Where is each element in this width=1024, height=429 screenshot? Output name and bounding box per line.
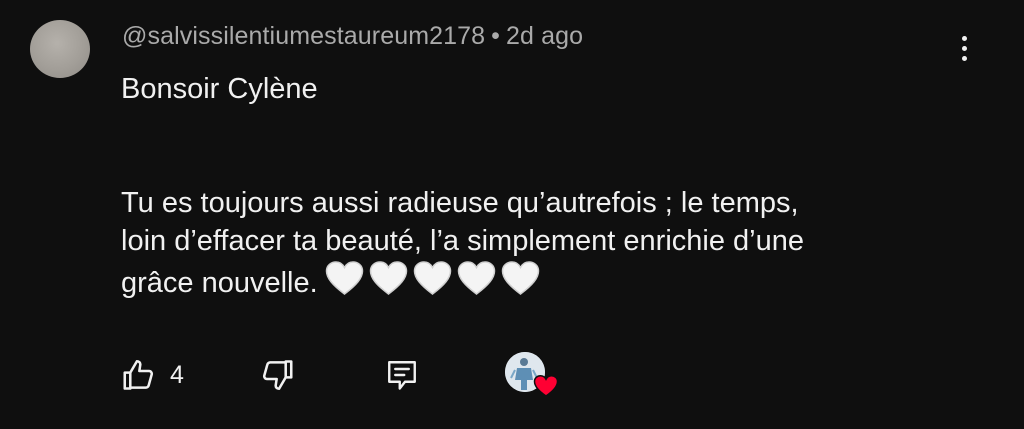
dislike-button[interactable] [258,356,296,394]
comment-line: loin d’effacer ta beauté, l’a simplement… [121,225,804,257]
white-heart-icon [325,261,363,295]
white-heart-icon [457,261,495,295]
white-heart-icon [413,261,451,295]
comment-line: Tu es toujours aussi radieuse qu’autrefo… [121,187,799,219]
kebab-dot [961,45,967,51]
more-options-button[interactable] [944,26,984,70]
white-heart-icon [369,261,407,295]
kebab-dot [961,35,967,41]
comment-line: grâce nouvelle. [121,267,318,299]
reply-button[interactable] [384,356,420,394]
comment-line: Bonsoir Cylène [121,73,318,105]
comment-header: @salvissilentiumestaureum2178 • 2d ago [122,22,583,51]
creator-avatar [505,352,559,397]
comment-line-last: grâce nouvelle. [121,260,1001,302]
white-hearts-emoji [324,260,541,296]
kebab-dot [961,55,967,61]
timestamp[interactable]: 2d ago [506,22,583,50]
author-name[interactable]: @salvissilentiumestaureum2178 [122,22,485,50]
thumbs-down-icon [262,360,293,391]
white-heart-icon [501,261,539,295]
separator-dot: • [491,22,501,50]
red-heart-icon [533,375,559,397]
author-avatar[interactable] [30,20,90,78]
thumbs-up-icon [123,359,154,390]
reply-icon [388,361,416,390]
like-count: 4 [170,360,184,389]
creator-heart [505,352,559,397]
comment-text: Bonsoir Cylène Tu es toujours aussi radi… [121,70,1001,302]
like-button[interactable]: 4 [120,356,184,394]
